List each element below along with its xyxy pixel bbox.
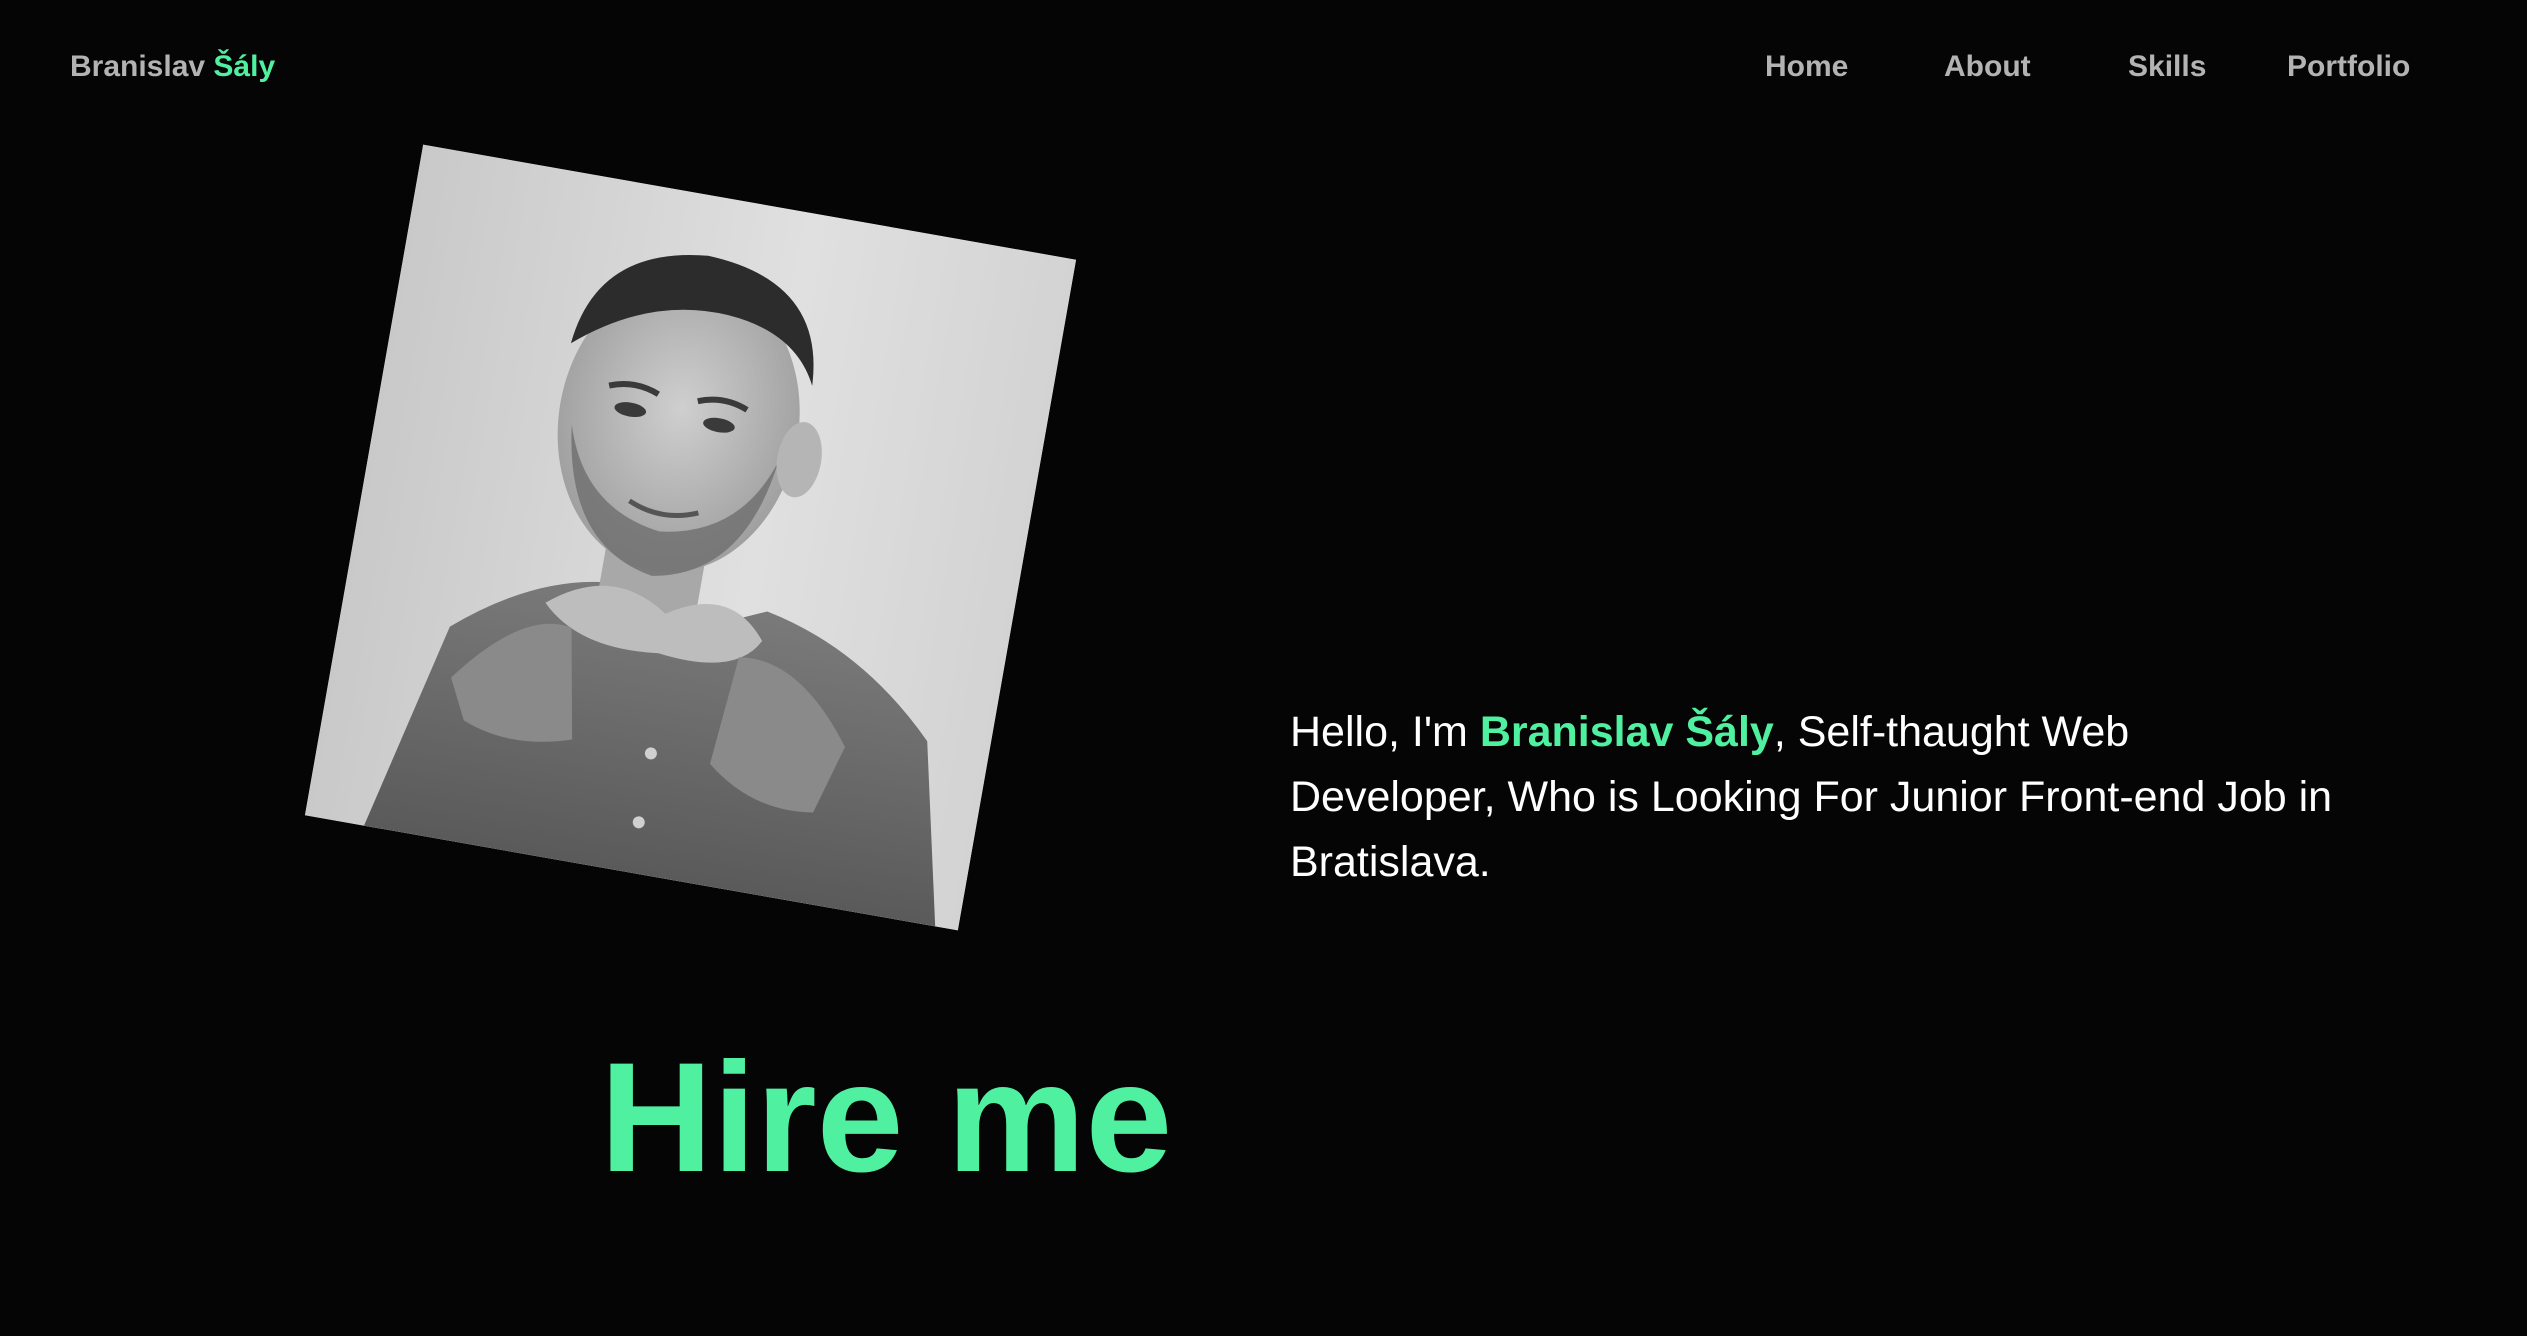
main-navigation: Home About Skills Portfolio xyxy=(0,50,2527,90)
hire-me-button[interactable]: Hire me xyxy=(600,1040,1172,1196)
intro-name: Branislav Šály xyxy=(1479,708,1774,756)
intro-greeting: Hello, I'm xyxy=(1290,708,1480,756)
nav-link-about[interactable]: About xyxy=(1944,50,2031,84)
portrait-icon xyxy=(304,144,1077,931)
intro-text: Hello, I'm Branislav Šály, Self-thaught … xyxy=(1290,700,2340,895)
nav-link-portfolio[interactable]: Portfolio xyxy=(2287,50,2410,84)
nav-link-skills[interactable]: Skills xyxy=(2128,50,2206,84)
nav-link-home[interactable]: Home xyxy=(1765,50,1848,84)
profile-photo xyxy=(304,144,1077,931)
